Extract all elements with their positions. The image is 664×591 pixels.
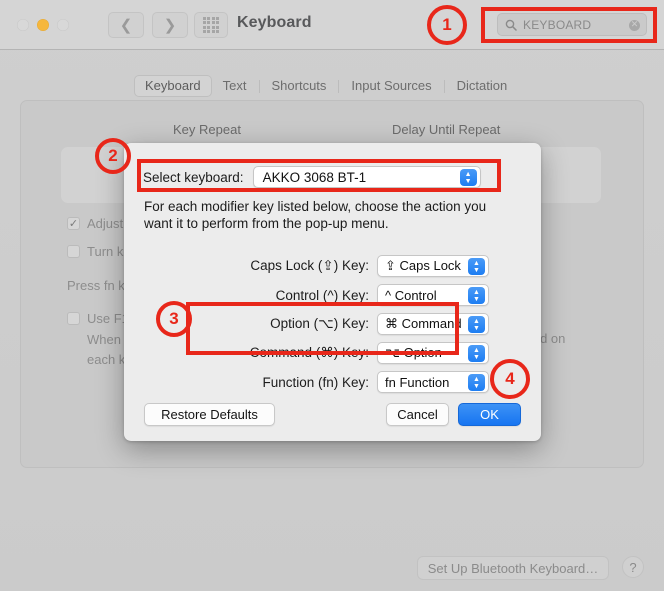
tab-divider <box>258 79 260 93</box>
show-all-grid-icon <box>202 16 220 34</box>
restore-defaults-button[interactable]: Restore Defaults <box>144 403 275 426</box>
preference-tabs: Keyboard Text Shortcuts Input Sources Di… <box>134 75 518 97</box>
zoom-button[interactable] <box>57 19 69 31</box>
search-container: KEYBOARD ✕ <box>497 13 647 36</box>
press-fn-key-label: Press fn ke <box>67 278 133 293</box>
clear-search-icon[interactable]: ✕ <box>629 20 640 31</box>
tab-divider <box>443 79 445 93</box>
popup-stepper-icon: ▲ ▼ <box>468 287 485 304</box>
minimize-button[interactable] <box>37 19 49 31</box>
when-this-option-label: When t <box>87 332 129 347</box>
popup-stepper-icon: ▲ ▼ <box>468 258 485 275</box>
cancel-button[interactable]: Cancel <box>386 403 449 426</box>
dialog-description: For each modifier key listed below, choo… <box>144 199 487 231</box>
tab-text[interactable]: Text <box>212 75 258 97</box>
command-value: ⌥ Option <box>385 345 442 360</box>
function-row: Function (fn) Key: fn Function ▲ ▼ <box>124 371 489 393</box>
window-titlebar: ❮ ❯ Keyboard KEYBOARD ✕ <box>0 0 664 50</box>
caps-lock-value: ⇪ Caps Lock <box>385 258 461 273</box>
turn-keyboard-backlight-checkbox[interactable] <box>67 245 80 258</box>
command-popup[interactable]: ⌥ Option ▲ ▼ <box>377 342 489 364</box>
delay-until-repeat-label: Delay Until Repeat <box>392 122 501 137</box>
caps-lock-row: Caps Lock (⇪) Key: ⇪ Caps Lock ▲ ▼ <box>124 255 489 277</box>
option-popup[interactable]: ⌘ Command ▲ ▼ <box>377 313 489 335</box>
tab-keyboard[interactable]: Keyboard <box>134 75 212 97</box>
adjust-brightness-label: Adjust <box>87 216 124 231</box>
select-keyboard-value: AKKO 3068 BT-1 <box>262 169 367 185</box>
option-label: Option (⌥) Key: <box>270 316 369 331</box>
annotation-marker-4: 4 <box>490 359 530 399</box>
navigation-buttons: ❮ ❯ <box>108 12 188 38</box>
back-button[interactable]: ❮ <box>108 12 144 38</box>
function-value: fn Function <box>385 374 450 390</box>
annotation-marker-3: 3 <box>156 301 192 337</box>
select-keyboard-popup[interactable]: AKKO 3068 BT-1 ▲ ▼ <box>252 166 481 188</box>
search-icon <box>505 19 517 31</box>
command-row: Command (⌘) Key: ⌥ Option ▲ ▼ <box>124 342 489 364</box>
select-keyboard-row: Select keyboard: AKKO 3068 BT-1 ▲ ▼ <box>143 166 481 188</box>
control-popup[interactable]: ^ Control ▲ ▼ <box>377 284 489 306</box>
control-value: ^ Control <box>385 287 437 303</box>
popup-stepper-icon: ▲ ▼ <box>468 345 485 362</box>
search-input[interactable]: KEYBOARD ✕ <box>497 13 647 36</box>
window-controls <box>17 19 69 31</box>
use-f1-keys-checkbox[interactable] <box>67 312 80 325</box>
command-label: Command (⌘) Key: <box>249 345 369 360</box>
tab-shortcuts[interactable]: Shortcuts <box>261 75 338 97</box>
caps-lock-label: Caps Lock (⇪) Key: <box>250 258 369 273</box>
popup-stepper-icon: ▲ ▼ <box>468 374 485 391</box>
close-button[interactable] <box>17 19 29 31</box>
caps-lock-popup[interactable]: ⇪ Caps Lock ▲ ▼ <box>377 255 489 277</box>
option-value: ⌘ Command <box>385 316 462 331</box>
function-popup[interactable]: fn Function ▲ ▼ <box>377 371 489 393</box>
search-value: KEYBOARD <box>523 18 592 32</box>
chevron-left-icon: ❮ <box>119 16 133 34</box>
chevron-right-icon: ❯ <box>163 16 177 34</box>
keyboard-preferences-window: ❮ ❯ Keyboard KEYBOARD ✕ Keyboard Text Sh… <box>0 0 664 591</box>
tab-dictation[interactable]: Dictation <box>446 75 519 97</box>
popup-stepper-icon: ▲ ▼ <box>468 316 485 333</box>
show-all-button[interactable] <box>194 12 228 38</box>
tab-input-sources[interactable]: Input Sources <box>340 75 442 97</box>
function-label: Function (fn) Key: <box>262 374 369 390</box>
page-title: Keyboard <box>237 14 312 31</box>
ok-button[interactable]: OK <box>458 403 521 426</box>
forward-button[interactable]: ❯ <box>152 12 188 38</box>
set-up-bluetooth-keyboard-button[interactable]: Set Up Bluetooth Keyboard… <box>417 556 609 580</box>
adjust-brightness-checkbox[interactable]: ✓ <box>67 217 80 230</box>
tab-divider <box>338 79 340 93</box>
popup-stepper-icon: ▲ ▼ <box>459 169 477 186</box>
key-repeat-label: Key Repeat <box>173 122 241 137</box>
annotation-marker-2: 2 <box>95 138 131 174</box>
control-label: Control (^) Key: <box>275 287 369 303</box>
select-keyboard-label: Select keyboard: <box>143 169 244 185</box>
annotation-marker-1: 1 <box>427 5 467 45</box>
help-button[interactable]: ? <box>622 556 644 578</box>
modifier-keys-dialog: Select keyboard: AKKO 3068 BT-1 ▲ ▼ For e… <box>124 143 541 441</box>
